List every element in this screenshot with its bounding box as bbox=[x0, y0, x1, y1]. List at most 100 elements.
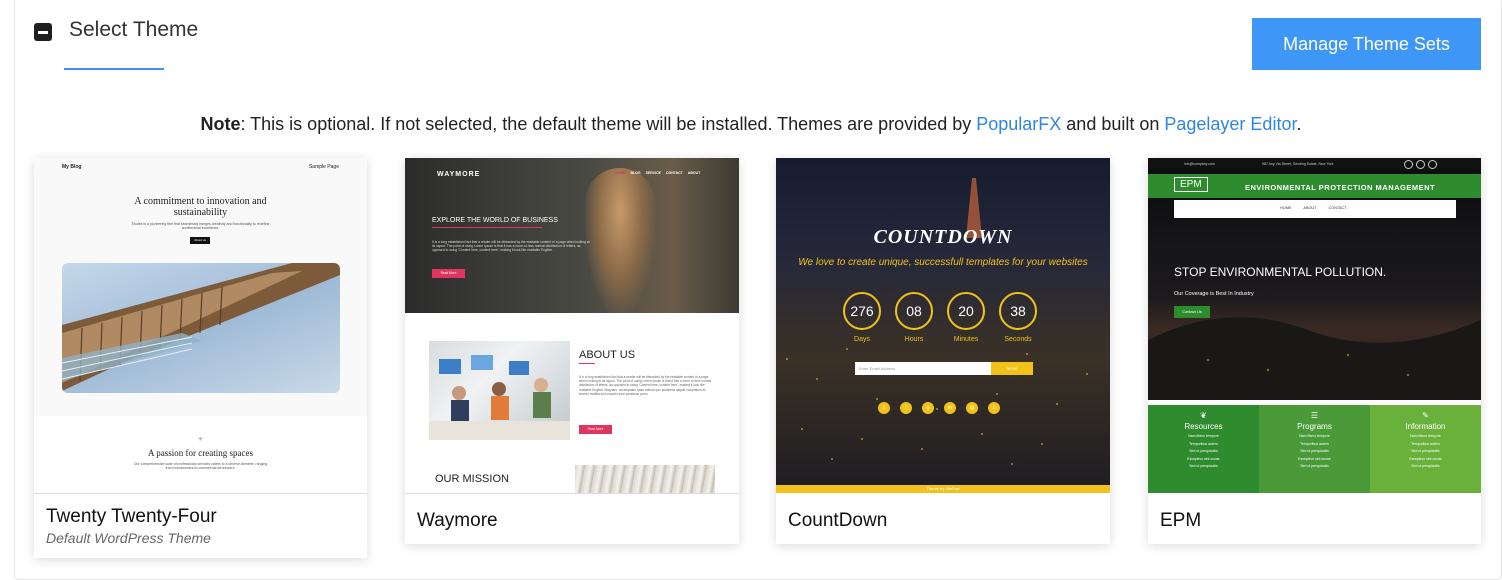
section-title: Select Theme bbox=[69, 18, 199, 41]
preview-body: Études is a pioneering firm that seamles… bbox=[131, 222, 270, 230]
theme-card-epm[interactable]: info@company.com 987 Any Via Street, Sen… bbox=[1148, 158, 1481, 544]
preview-nav: HOME BLOG SERVICE CONTACT ABOUT bbox=[615, 171, 700, 175]
preview-logo: EPM bbox=[1174, 177, 1208, 192]
preview-headline: A commitment to innovation and sustainab… bbox=[134, 196, 267, 218]
preview-hero: WAYMORE HOME BLOG SERVICE CONTACT ABOUT … bbox=[405, 158, 739, 313]
theme-preview-twenty-twenty-four: My Blog Sample Page A commitment to inno… bbox=[34, 158, 367, 493]
preview-about-button: Read More bbox=[579, 425, 612, 434]
preview-about-section: ABOUT US It is a long established fact t… bbox=[405, 313, 739, 493]
preview-send-button: SEND bbox=[991, 362, 1033, 375]
theme-card-twenty-twenty-four[interactable]: My Blog Sample Page A commitment to inno… bbox=[34, 158, 367, 558]
theme-preview-epm: info@company.com 987 Any Via Street, Sen… bbox=[1148, 158, 1481, 493]
facebook-icon: f bbox=[878, 402, 890, 414]
preview-topbar: info@company.com 987 Any Via Street, Sen… bbox=[1148, 158, 1481, 170]
edit-icon: ✎ bbox=[1422, 411, 1429, 420]
preview-hero-person bbox=[585, 168, 655, 313]
timer-label: Seconds bbox=[1004, 336, 1032, 343]
preview-title: COUNTDOWN bbox=[873, 226, 1013, 248]
section-underline bbox=[64, 68, 164, 70]
preview-hero-title: STOP ENVIRONMENTAL POLLUTION. bbox=[1174, 265, 1387, 279]
preview-nav: Sample Page bbox=[308, 164, 339, 170]
hills-illustration bbox=[1148, 317, 1481, 400]
theme-name: Waymore bbox=[417, 510, 498, 531]
timer-value: 20 bbox=[947, 292, 985, 330]
preview-headline-2: A passion for creating spaces bbox=[148, 448, 253, 458]
twitter-icon: t bbox=[900, 402, 912, 414]
office-illustration bbox=[429, 355, 570, 440]
column-item: Sed ut perspiciatis bbox=[1300, 449, 1329, 453]
preview-office-image bbox=[429, 341, 570, 440]
column-item: Nam libero tempore bbox=[1188, 434, 1219, 438]
preview-nav-service: SERVICE bbox=[645, 171, 661, 175]
timer-minutes: 20 Minutes bbox=[947, 292, 985, 343]
column-title: Resources bbox=[1184, 422, 1223, 431]
social-icon bbox=[1404, 160, 1413, 169]
timer-label: Minutes bbox=[953, 336, 979, 343]
timer-label: Hours bbox=[904, 336, 924, 343]
preview-topbar-address: 987 Any Via Street, Sending Estate, New … bbox=[1262, 162, 1334, 166]
column-item: Nam libero tempore bbox=[1299, 434, 1330, 438]
preview-header-bar: EPM ENVIRONMENTAL PROTECTION MANAGEMENT bbox=[1148, 174, 1481, 198]
collapse-icon[interactable] bbox=[34, 23, 52, 41]
preview-org-name: ENVIRONMENTAL PROTECTION MANAGEMENT bbox=[1245, 183, 1436, 192]
preview-about-title: ABOUT US bbox=[579, 349, 636, 361]
preview-nav-contact: CONTACT bbox=[1328, 206, 1347, 210]
preview-column-information: ✎ Information Nam libero tempore Tempori… bbox=[1370, 405, 1481, 493]
preview-social-icons: f t g in ig t bbox=[878, 402, 1000, 414]
social-icon bbox=[1428, 160, 1437, 169]
pagelayer-link[interactable]: Pagelayer Editor bbox=[1164, 114, 1296, 134]
column-item: Sed ut perspiciatis bbox=[1300, 464, 1329, 468]
column-item: Temporibus autem bbox=[1300, 441, 1329, 446]
preview-columns: ❦ Resources Nam libero tempore Temporibu… bbox=[1148, 405, 1481, 493]
preview-nav-about: ABOUT bbox=[687, 171, 701, 175]
preview-hero-button: Read More bbox=[432, 269, 465, 278]
asterisk-icon: ✳ bbox=[198, 437, 204, 443]
theme-subtitle: Default WordPress Theme bbox=[46, 530, 211, 546]
preview-body-2: Our comprehensive suite of professional … bbox=[133, 462, 268, 470]
popularfx-link[interactable]: PopularFX bbox=[976, 114, 1061, 134]
preview-lower-section: ✳ A passion for creating spaces Our comp… bbox=[34, 416, 367, 493]
preview-hero-button: Contact Us bbox=[1174, 306, 1210, 318]
theme-name: EPM bbox=[1160, 510, 1202, 531]
preview-logo: WAYMORE bbox=[437, 171, 481, 178]
preview-topbar-social bbox=[1404, 160, 1437, 169]
column-item: Sed ut perspiciatis bbox=[1189, 464, 1218, 468]
preview-about-line bbox=[579, 363, 595, 364]
preview-nav-home: HOME bbox=[615, 171, 626, 175]
theme-preview-countdown: COUNTDOWN We love to create unique, succ… bbox=[776, 158, 1110, 493]
timer-value: 38 bbox=[999, 292, 1037, 330]
preview-nav-home: HOME bbox=[1280, 206, 1292, 210]
note-text-middle: and built on bbox=[1061, 114, 1165, 134]
section-header: Select Theme bbox=[34, 18, 198, 42]
timer-value: 276 bbox=[843, 292, 881, 330]
preview-nav: HOME ABOUT CONTACT bbox=[1280, 206, 1347, 210]
timer-days: 276 Days bbox=[843, 292, 881, 343]
preview-footer: Theme by SitePad bbox=[776, 485, 1110, 493]
column-item: Sed ut perspiciatis bbox=[1411, 449, 1440, 453]
column-item: Nam libero tempore bbox=[1410, 434, 1441, 438]
preview-hero-line bbox=[432, 227, 542, 228]
column-title: Programs bbox=[1297, 422, 1332, 431]
preview-hero-title: EXPLORE THE WORLD OF BUSINESS bbox=[432, 217, 558, 224]
building-illustration bbox=[62, 263, 340, 391]
preview-about-body: It is a long established fact that a rea… bbox=[579, 375, 712, 396]
preview-mission-title: OUR MISSION bbox=[435, 473, 509, 485]
theme-name: CountDown bbox=[788, 510, 888, 531]
preview-button: About us bbox=[190, 237, 210, 244]
preview-timer: 276 Days 08 Hours 20 Minutes 38 Seconds bbox=[843, 292, 1037, 343]
note-text-end: . bbox=[1296, 114, 1302, 134]
timer-value: 08 bbox=[895, 292, 933, 330]
preview-nav-contact: CONTACT bbox=[665, 171, 683, 175]
column-item: Sed ut perspiciatis bbox=[1411, 464, 1440, 468]
linkedin-icon: in bbox=[944, 402, 956, 414]
column-title: Information bbox=[1405, 422, 1446, 431]
preview-site-title: My Blog bbox=[62, 164, 82, 170]
timer-hours: 08 Hours bbox=[895, 292, 933, 343]
theme-card-waymore[interactable]: WAYMORE HOME BLOG SERVICE CONTACT ABOUT … bbox=[405, 158, 739, 544]
list-icon: ☰ bbox=[1310, 411, 1319, 420]
preview-hero-image bbox=[62, 263, 340, 393]
manage-theme-sets-button[interactable]: Manage Theme Sets bbox=[1252, 18, 1481, 70]
column-item: Sed ut perspiciatis bbox=[1189, 449, 1218, 453]
theme-card-countdown[interactable]: COUNTDOWN We love to create unique, succ… bbox=[776, 158, 1110, 544]
theme-preview-waymore: WAYMORE HOME BLOG SERVICE CONTACT ABOUT … bbox=[405, 158, 739, 493]
